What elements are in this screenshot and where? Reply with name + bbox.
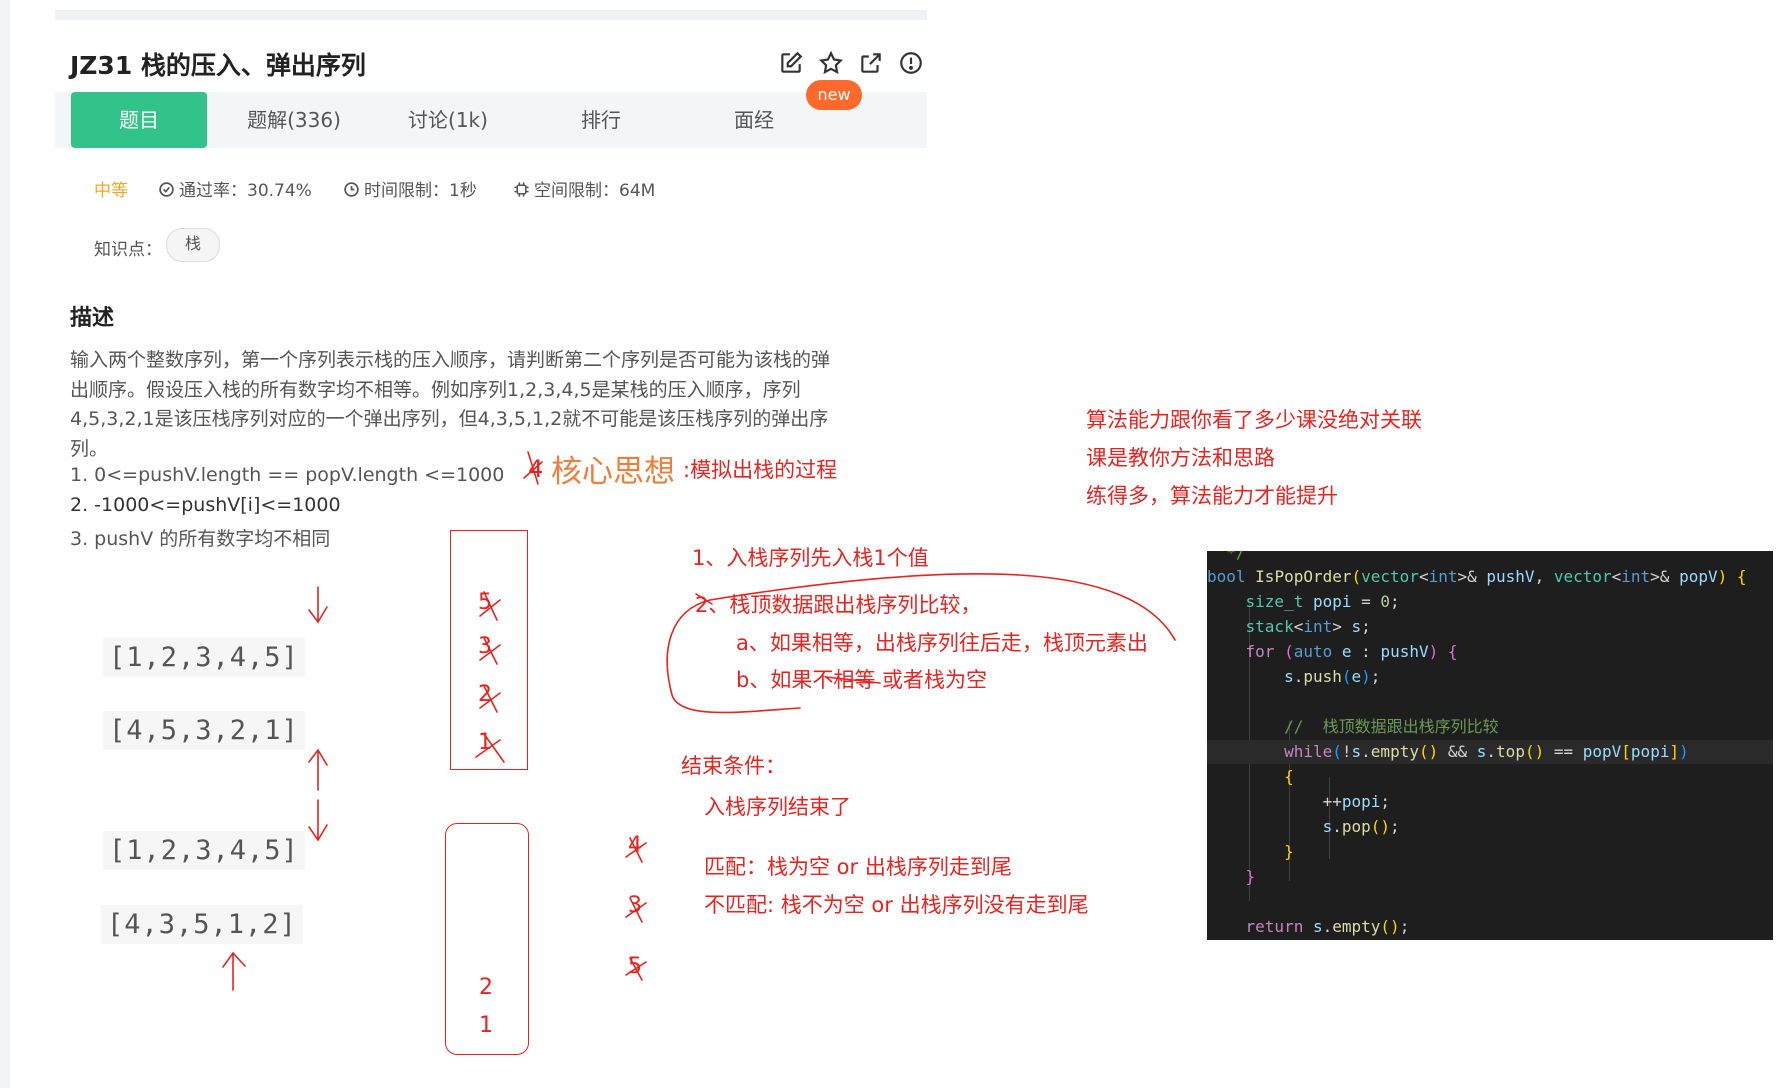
strike-mark [479,591,501,621]
handwriting-overlay [222,451,1176,991]
strike-mark [625,837,647,863]
arrow-up [308,748,328,791]
strike-mark [625,897,647,923]
arrow-up [222,951,246,991]
strike-mark [479,637,501,665]
strike-mark [523,451,543,485]
arrow-down [308,799,328,842]
strike-mark [479,685,501,713]
annotation-curve [666,572,1176,714]
strike-mark [475,733,505,763]
annotation-strike [825,676,881,684]
arrow-down [308,586,328,624]
strike-mark [625,957,647,981]
